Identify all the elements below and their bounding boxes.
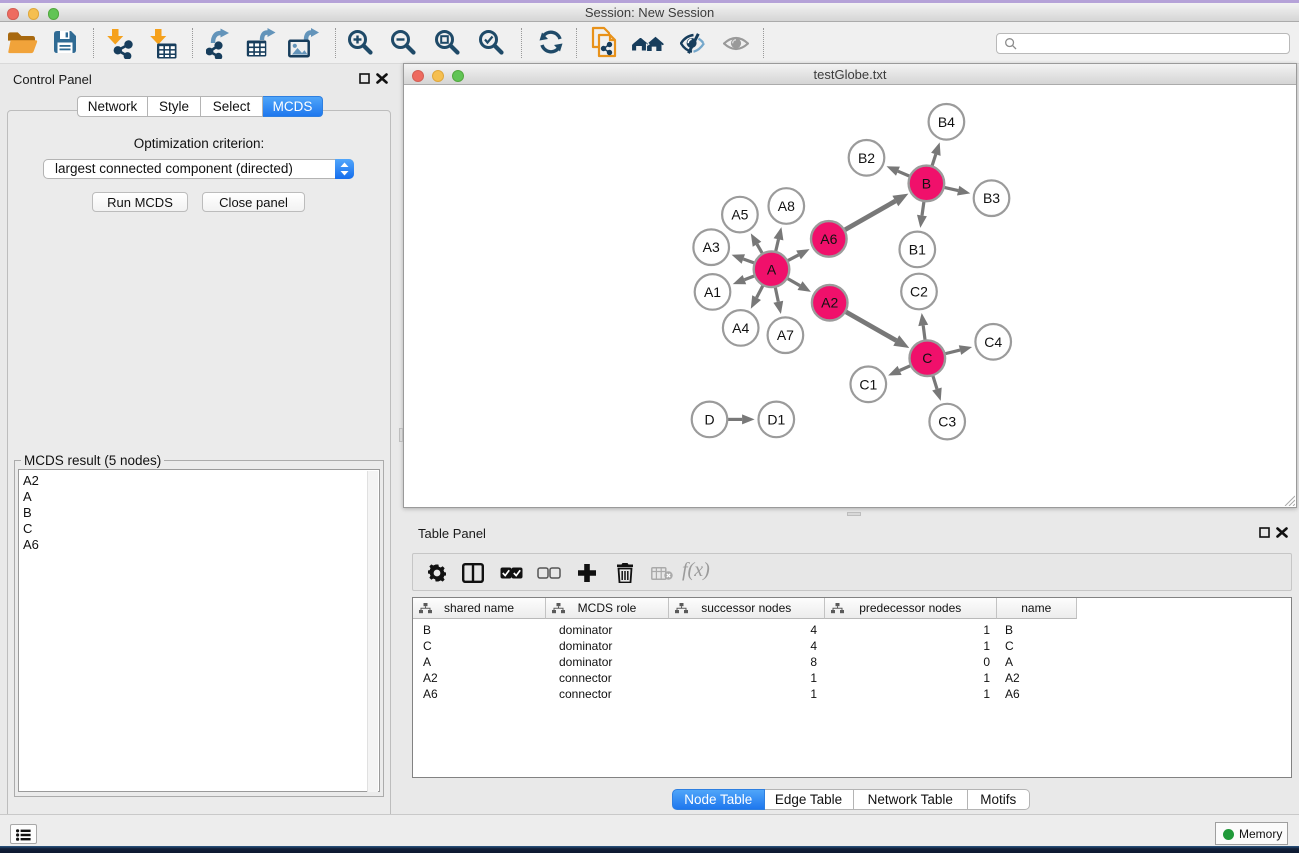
svg-text:C3: C3 [938,414,956,430]
svg-text:A7: A7 [777,327,794,343]
svg-text:B4: B4 [938,114,955,130]
svg-text:B: B [922,175,931,191]
svg-text:A: A [767,261,777,277]
svg-text:A3: A3 [703,239,720,255]
svg-text:C: C [922,350,932,366]
svg-text:C1: C1 [859,376,877,392]
svg-text:A4: A4 [732,320,749,336]
svg-text:A5: A5 [731,207,748,223]
svg-text:D1: D1 [767,411,785,427]
svg-text:A6: A6 [820,231,837,247]
svg-text:D: D [704,411,714,427]
svg-text:B3: B3 [983,190,1000,206]
svg-text:A8: A8 [778,198,795,214]
svg-text:C2: C2 [910,284,928,300]
svg-text:C4: C4 [984,334,1002,350]
svg-text:B1: B1 [909,241,926,257]
svg-text:A2: A2 [821,295,838,311]
svg-text:B2: B2 [858,150,875,166]
svg-text:A1: A1 [704,284,721,300]
